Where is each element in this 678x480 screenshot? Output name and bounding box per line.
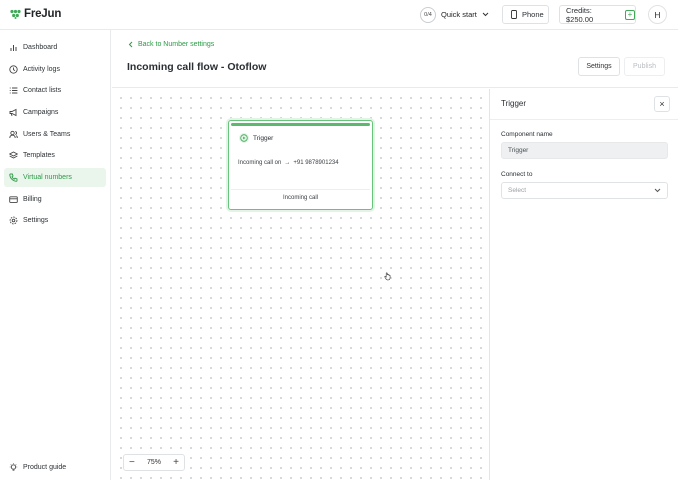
sidebar-item-label: Templates [23,152,55,159]
page-header: Back to Number settings Incoming call fl… [112,30,678,88]
close-panel-button[interactable]: × [654,96,670,112]
users-icon [9,130,18,139]
sidebar-item-label: Dashboard [23,44,58,51]
sidebar-item-billing[interactable]: Billing [4,190,106,209]
node-output-port[interactable]: Incoming call [231,189,370,201]
connect-to-label: Connect to [501,171,533,178]
chevron-down-icon [654,188,661,193]
zoom-in-button[interactable]: + [173,457,179,468]
quick-start-button[interactable]: 0/4 Quick start [420,5,489,24]
connect-to-select[interactable]: Select [501,182,668,199]
node-accent-bar [231,123,370,126]
product-guide-link[interactable]: Product guide [4,458,66,477]
quick-start-progress: 0/4 [420,6,436,23]
panel-title: Trigger [501,99,527,108]
sidebar-item-label: Activity logs [23,66,60,73]
page-title: Incoming call flow - Otoflow [127,61,267,73]
flow-canvas[interactable]: Trigger Incoming call on → +91 987890123… [112,89,489,480]
zoom-level: 75% [146,459,161,466]
component-name-label: Component name [501,131,553,138]
back-link-label: Back to Number settings [138,41,215,48]
sidebar-item-label: Contact lists [23,87,62,94]
trigger-node[interactable]: Trigger Incoming call on → +91 987890123… [228,120,373,210]
clock-icon [9,65,18,74]
sidebar-item-label: Campaigns [23,109,59,116]
top-bar: FreJun 0/4 Quick start Phone Credits: $2… [0,0,678,30]
gear-icon [9,216,18,225]
card-icon [9,195,18,204]
node-body: Incoming call on → +91 9878901234 [238,160,339,166]
panel-header: Trigger × [490,89,678,120]
quick-start-label: Quick start [441,10,477,19]
sidebar-item-label: Users & Teams [23,131,71,138]
product-guide-label: Product guide [23,464,67,471]
node-title: Trigger [253,134,274,142]
sidebar-item-templates[interactable]: Templates [4,146,106,165]
sidebar-item-settings[interactable]: Settings [4,211,106,230]
megaphone-icon [9,108,18,117]
credits-display: Credits: $250.00 + [559,5,636,24]
node-body-prefix: Incoming call on [238,160,282,166]
mobile-phone-icon [511,10,517,19]
frejun-logo-icon [10,9,21,19]
publish-button[interactable]: Publish [624,57,665,76]
sidebar-item-users-teams[interactable]: Users & Teams [4,125,106,144]
properties-panel: Trigger × Component name Trigger Connect… [489,89,678,480]
sidebar-item-activity-logs[interactable]: Activity logs [4,60,106,79]
credits-label: Credits: $250.00 [566,5,594,24]
zoom-control: − 75% + [123,454,185,471]
sidebar-item-virtual-numbers[interactable]: Virtual numbers [4,168,106,187]
sidebar-item-campaigns[interactable]: Campaigns [4,103,106,122]
add-credits-button[interactable]: + [625,9,635,20]
settings-button[interactable]: Settings [578,57,620,76]
user-avatar[interactable]: H [648,5,667,24]
chevron-down-icon [482,12,489,17]
mouse-pointer-icon [384,272,391,281]
sidebar-item-label: Virtual numbers [23,174,72,181]
chevron-left-icon [128,41,133,48]
play-icon [239,133,249,143]
back-to-number-settings-link[interactable]: Back to Number settings [128,41,214,48]
component-name-field[interactable]: Trigger [501,142,668,159]
zoom-out-button[interactable]: − [129,457,135,468]
app-name: FreJun [24,8,62,20]
sidebar-item-label: Settings [23,217,49,224]
node-header: Trigger [239,133,273,143]
connect-to-placeholder: Select [508,187,527,194]
phone-label: Phone [522,10,544,19]
sidebar: Dashboard Activity logs Contact lists Ca… [0,30,111,480]
app-logo[interactable]: FreJun [10,8,61,20]
phone-button[interactable]: Phone [502,5,549,24]
lightbulb-icon [9,463,18,472]
sidebar-item-label: Billing [23,196,42,203]
layers-icon [9,151,18,160]
sidebar-item-dashboard[interactable]: Dashboard [4,38,106,57]
bar-chart-icon [9,43,18,52]
sidebar-item-contact-lists[interactable]: Contact lists [4,81,106,100]
list-icon [9,86,18,95]
arrow-icon: → [284,160,291,166]
node-phone-number: +91 9878901234 [293,160,339,166]
phone-icon [9,173,18,182]
